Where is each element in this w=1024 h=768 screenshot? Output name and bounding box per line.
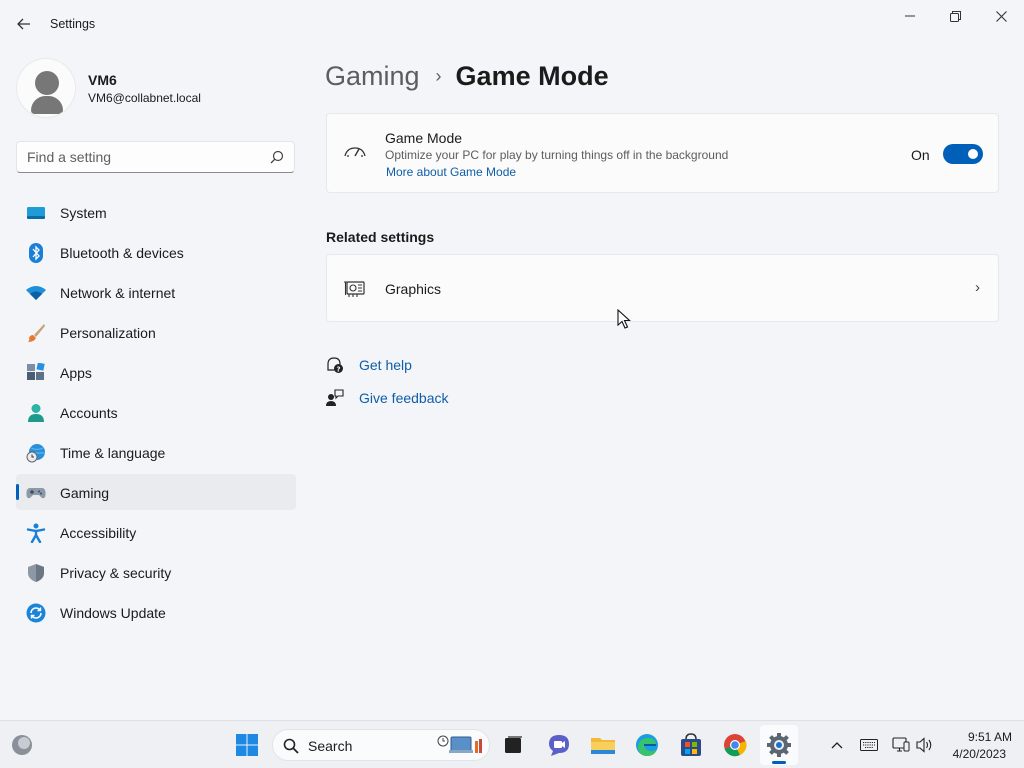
sidebar-item-label: Time & language [60,445,166,461]
chevron-right-icon: › [435,65,442,86]
get-help-label: Get help [359,357,412,373]
breadcrumb-parent-gaming[interactable]: Gaming [325,61,420,92]
close-button[interactable] [978,0,1024,32]
minimize-icon [905,15,915,17]
sidebar-item-privacy[interactable]: Privacy & security [16,554,296,590]
more-about-game-mode-link[interactable]: More about Game Mode [386,165,516,179]
chrome-icon[interactable] [721,731,749,759]
game-mode-card: Game Mode Optimize your PC for play by t… [326,113,999,193]
person-icon [28,404,44,422]
maximize-button[interactable] [932,0,978,32]
sidebar-item-personalization[interactable]: Personalization [16,314,296,350]
monitor-icon [27,207,45,219]
settings-taskbar-button[interactable] [760,725,798,765]
find-setting-search[interactable] [16,141,295,173]
give-feedback-label: Give feedback [359,390,449,406]
sidebar-item-label: System [60,205,107,221]
sidebar-item-accessibility[interactable]: Accessibility [16,514,296,550]
app-title: Settings [50,17,96,31]
search-icon [283,738,299,754]
breadcrumb: Gaming › Game Mode [325,58,609,94]
teams-chat-icon[interactable] [545,731,573,759]
feedback-icon [326,389,344,406]
get-help-link[interactable]: ? Get help [326,354,526,376]
minimize-button[interactable] [887,0,933,32]
sidebar-item-time-language[interactable]: Time & language [16,434,296,470]
keyboard-icon[interactable] [859,735,879,755]
chevron-up-icon[interactable] [827,735,847,755]
help-chat-icon: ? [327,357,343,373]
sidebar-item-apps[interactable]: Apps [16,354,296,390]
update-icon [26,603,46,623]
game-mode-description: Optimize your PC for play by turning thi… [385,148,729,162]
volume-icon[interactable] [915,735,935,755]
restore-icon [949,10,961,22]
sidebar-item-windows-update[interactable]: Windows Update [16,594,296,630]
sidebar-item-label: Bluetooth & devices [60,245,184,261]
taskbar-clock-time[interactable]: 9:51 AM [952,730,1012,744]
sidebar-item-network[interactable]: Network & internet [16,274,296,310]
apps-icon [27,363,45,380]
sidebar-item-system[interactable]: System [16,194,296,230]
start-icon[interactable] [233,731,261,759]
edge-icon[interactable] [633,731,661,759]
taskbar-clock-date[interactable]: 4/20/2023 [942,747,1006,761]
shield-icon [28,564,44,582]
toggle-state-label: On [911,147,930,163]
title-bar: Settings [0,0,1024,48]
brush-icon [28,324,45,342]
globe-clock-icon [26,444,45,463]
sidebar-nav: System Bluetooth & devices Network & int… [16,194,296,634]
settings-icon [767,733,791,757]
toggle-knob [968,149,978,159]
gamepad-icon [26,488,46,499]
related-settings-heading: Related settings [326,229,435,245]
search-input[interactable] [27,147,267,167]
accessibility-icon [26,523,46,543]
user-avatar-icon [16,58,76,118]
sidebar-item-bluetooth[interactable]: Bluetooth & devices [16,234,296,270]
user-profile[interactable]: VM6 VM6@collabnet.local [16,56,296,120]
sidebar-item-label: Gaming [60,485,110,501]
wifi-icon [26,286,46,300]
user-name: VM6 [88,72,117,88]
svg-text:?: ? [336,365,340,373]
page-title: Game Mode [455,60,609,91]
search-highlight-icon [437,735,482,753]
sidebar-item-label: Apps [60,365,92,381]
taskbar-search[interactable]: Search [272,729,490,761]
game-mode-title: Game Mode [385,130,463,146]
sidebar-item-label: Accessibility [60,525,137,541]
chevron-right-icon: › [975,279,980,296]
sidebar-item-label: Network & internet [60,285,176,301]
game-mode-toggle[interactable] [943,144,983,164]
network-icon[interactable] [891,735,911,755]
search-icon[interactable] [270,150,284,164]
file-explorer-icon[interactable] [589,731,617,759]
mouse-cursor-icon [617,309,631,329]
user-email: VM6@collabnet.local [88,91,201,105]
give-feedback-link[interactable]: Give feedback [326,387,526,409]
task-view-icon[interactable] [499,731,527,759]
graphics-card-icon [344,281,365,297]
sidebar-item-label: Windows Update [60,605,166,621]
store-icon[interactable] [677,731,705,759]
sidebar-item-label: Privacy & security [60,565,172,581]
close-icon [995,10,1007,22]
sidebar-item-gaming[interactable]: Gaming [16,474,296,510]
arrow-left-icon [17,18,30,30]
sidebar-item-label: Accounts [60,405,118,421]
taskbar: Search 9:51 AM 4/20/2023 [0,720,1024,768]
bluetooth-icon [29,243,43,263]
back-button[interactable] [10,10,38,38]
weather-widget-icon[interactable] [10,733,34,757]
sidebar-item-label: Personalization [60,325,156,341]
taskbar-search-label: Search [308,738,353,754]
graphics-settings-row[interactable]: Graphics › [326,254,999,322]
sidebar-item-accounts[interactable]: Accounts [16,394,296,430]
graphics-label: Graphics [385,281,442,297]
game-mode-gauge-icon [344,147,366,157]
